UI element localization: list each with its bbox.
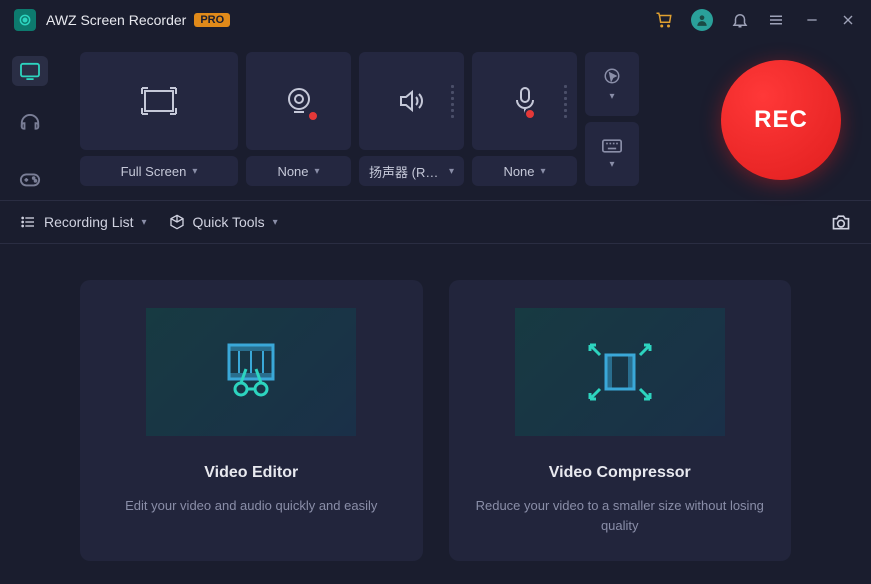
chevron-down-icon: ▾ — [273, 217, 278, 228]
chevron-down-icon: ▾ — [541, 166, 546, 177]
region-control: Full Screen ▾ — [80, 52, 238, 200]
keystroke-overlay-toggle[interactable]: ▾ — [585, 122, 639, 186]
video-compressor-title: Video Compressor — [549, 464, 691, 482]
minimize-icon[interactable] — [803, 11, 821, 29]
region-dropdown[interactable]: Full Screen ▾ — [80, 156, 238, 186]
audio-mode-tab[interactable] — [12, 110, 48, 140]
mic-level-indicator — [564, 85, 567, 118]
webcam-disabled-indicator — [307, 110, 319, 122]
speaker-dropdown[interactable]: 扬声器 (Rea... ▾ — [359, 156, 464, 186]
chevron-down-icon: ▾ — [142, 217, 147, 228]
video-editor-card[interactable]: Video Editor Edit your video and audio q… — [80, 280, 423, 561]
webcam-toggle[interactable] — [246, 52, 351, 150]
screen-mode-tab[interactable] — [12, 56, 48, 86]
mic-dropdown[interactable]: None ▾ — [472, 156, 577, 186]
app-title: AWZ Screen Recorder — [46, 12, 186, 28]
main-controls-row: Full Screen ▾ None ▾ 扬声器 (Rea... ▾ — [0, 40, 871, 200]
mic-disabled-indicator — [524, 108, 536, 120]
video-editor-desc: Edit your video and audio quickly and ea… — [125, 496, 377, 516]
mic-toggle[interactable] — [472, 52, 577, 150]
region-dropdown-label: Full Screen — [121, 164, 187, 179]
speaker-toggle[interactable] — [359, 52, 464, 150]
close-icon[interactable] — [839, 11, 857, 29]
capture-controls: Full Screen ▾ None ▾ 扬声器 (Rea... ▾ — [60, 40, 691, 200]
avatar-icon[interactable] — [691, 9, 713, 31]
app-logo — [14, 9, 36, 31]
chevron-down-icon: ▾ — [192, 166, 197, 177]
left-mode-tabs — [0, 40, 60, 200]
video-editor-illustration — [146, 308, 356, 436]
chevron-down-icon: ▾ — [315, 166, 320, 177]
chevron-down-icon: ▾ — [609, 91, 614, 102]
region-preview[interactable] — [80, 52, 238, 150]
webcam-dropdown[interactable]: None ▾ — [246, 156, 351, 186]
extra-controls: ▾ ▾ — [585, 52, 639, 200]
record-button-label: REC — [754, 106, 808, 134]
titlebar-controls — [655, 9, 857, 31]
bell-icon[interactable] — [731, 11, 749, 29]
game-mode-tab[interactable] — [12, 164, 48, 194]
recording-list-button[interactable]: Recording List ▾ — [20, 214, 147, 230]
speaker-level-indicator — [451, 85, 454, 118]
speaker-dropdown-label: 扬声器 (Rea... — [369, 162, 443, 181]
tools-cards: Video Editor Edit your video and audio q… — [0, 244, 871, 561]
chevron-down-icon: ▾ — [609, 159, 614, 170]
pro-badge: PRO — [194, 13, 230, 27]
video-editor-title: Video Editor — [204, 464, 298, 482]
mic-control: None ▾ — [472, 52, 577, 200]
record-area: REC — [691, 40, 871, 200]
quick-tools-button[interactable]: Quick Tools ▾ — [169, 214, 278, 230]
menu-icon[interactable] — [767, 11, 785, 29]
quick-tools-label: Quick Tools — [193, 214, 265, 230]
secondary-toolbar: Recording List ▾ Quick Tools ▾ — [0, 200, 871, 244]
screenshot-button[interactable] — [831, 213, 851, 231]
cart-icon[interactable] — [655, 11, 673, 29]
titlebar: AWZ Screen Recorder PRO — [0, 0, 871, 40]
webcam-dropdown-label: None — [277, 164, 308, 179]
video-compressor-illustration — [515, 308, 725, 436]
webcam-control: None ▾ — [246, 52, 351, 200]
record-button[interactable]: REC — [721, 60, 841, 180]
cursor-overlay-toggle[interactable]: ▾ — [585, 52, 639, 116]
recording-list-label: Recording List — [44, 214, 134, 230]
speaker-control: 扬声器 (Rea... ▾ — [359, 52, 464, 200]
video-compressor-card[interactable]: Video Compressor Reduce your video to a … — [449, 280, 792, 561]
mic-dropdown-label: None — [503, 164, 534, 179]
video-compressor-desc: Reduce your video to a smaller size with… — [469, 496, 772, 535]
chevron-down-icon: ▾ — [449, 166, 454, 177]
